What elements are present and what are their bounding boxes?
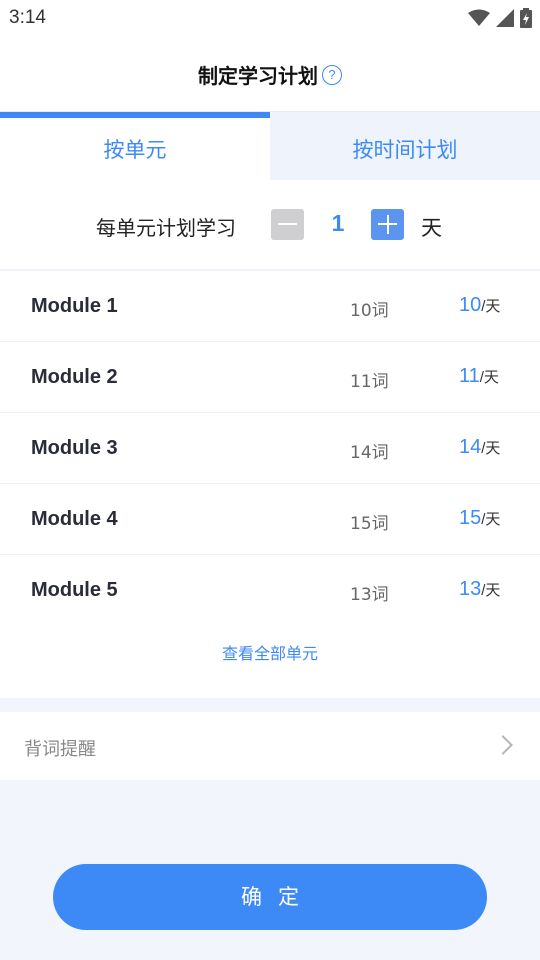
module-name: Module 3 [31, 437, 118, 459]
module-name: Module 4 [31, 508, 118, 530]
status-bar: 3:14 [0, 0, 540, 36]
module-name: Module 2 [31, 366, 118, 388]
module-word-count: 13词 [350, 585, 389, 605]
per-unit-setting: 每单元计划学习 [0, 180, 540, 270]
module-row[interactable]: Module 4 15词 15/天 [0, 484, 540, 555]
module-word-count: 15词 [350, 514, 389, 534]
module-word-count: 10词 [350, 301, 389, 321]
per-day-label: /天 [479, 369, 499, 386]
per-unit-label: 每单元计划学习 [96, 216, 236, 240]
module-rate-value: 15 [459, 507, 482, 529]
per-day-label: /天 [481, 298, 501, 315]
tabs: 按单元 按时间计划 [0, 112, 540, 180]
confirm-button[interactable]: 确定 [53, 864, 487, 930]
module-daily-rate: 15/天 [459, 507, 500, 530]
module-row[interactable]: Module 3 14词 14/天 [0, 413, 540, 484]
module-list: Module 1 10词 10/天 Module 2 11词 11/天 Modu… [0, 271, 540, 698]
module-name: Module 5 [31, 579, 118, 601]
module-word-count: 11词 [350, 372, 389, 392]
title-wrap: 制定学习计划? [0, 60, 540, 89]
header: 制定学习计划? [0, 36, 540, 112]
page-title: 制定学习计划 [198, 64, 318, 88]
per-day-label: /天 [481, 440, 501, 457]
module-row[interactable]: Module 2 11词 11/天 [0, 342, 540, 413]
per-day-label: /天 [481, 582, 501, 599]
module-name: Module 1 [31, 295, 118, 317]
module-daily-rate: 13/天 [459, 578, 500, 601]
wifi-icon [468, 9, 490, 26]
stepper-value: 1 [331, 210, 345, 236]
module-rate-value: 11 [459, 365, 480, 387]
module-daily-rate: 14/天 [459, 436, 500, 459]
day-unit-label: 天 [421, 216, 442, 240]
module-word-count: 14词 [350, 443, 389, 463]
minus-button[interactable] [271, 209, 304, 240]
help-icon[interactable]: ? [322, 64, 342, 85]
module-rate-value: 13 [459, 578, 482, 600]
module-rate-value: 14 [459, 436, 482, 458]
module-row[interactable]: Module 5 13词 13/天 [0, 555, 540, 626]
status-time: 3:14 [9, 7, 46, 28]
view-all-units-link[interactable]: 查看全部单元 [0, 640, 540, 664]
tab-by-unit[interactable]: 按单元 [0, 112, 270, 180]
reminder-label: 背词提醒 [24, 739, 96, 760]
chevron-right-icon [493, 735, 513, 755]
per-day-label: /天 [481, 511, 501, 528]
battery-icon [520, 8, 532, 28]
signal-icon [496, 9, 514, 27]
tab-by-time[interactable]: 按时间计划 [270, 112, 540, 180]
status-icons [468, 7, 532, 29]
module-daily-rate: 10/天 [459, 294, 500, 317]
module-daily-rate: 11/天 [459, 365, 499, 388]
plus-button[interactable] [371, 209, 404, 240]
module-rate-value: 10 [459, 294, 482, 316]
module-row[interactable]: Module 1 10词 10/天 [0, 271, 540, 342]
reminder-row[interactable]: 背词提醒 [0, 712, 540, 780]
